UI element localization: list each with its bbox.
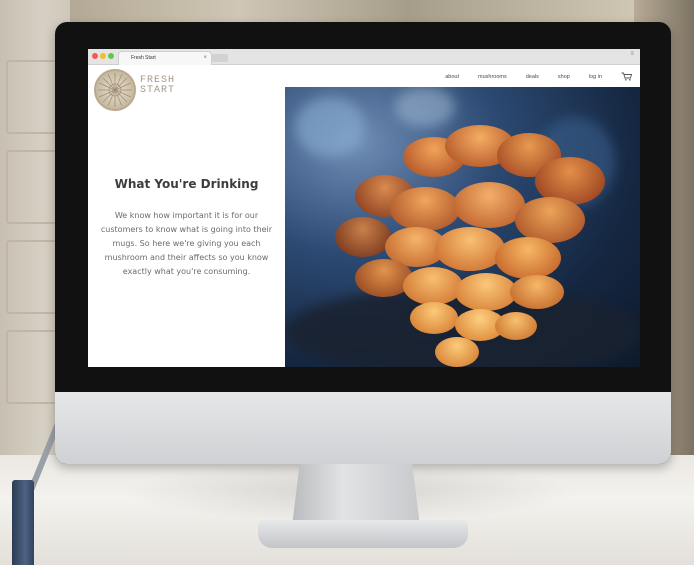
- maximize-window-button[interactable]: [108, 53, 114, 59]
- new-tab-button[interactable]: [212, 54, 228, 62]
- hero-image-mushrooms: [285, 87, 640, 367]
- browser-chrome: Fresh Start × ≡: [88, 49, 640, 65]
- section-body: We know how important it is for our cust…: [100, 211, 273, 276]
- pencil-cup: [12, 480, 34, 565]
- top-nav: about mushrooms deals shop log in: [445, 72, 633, 83]
- nav-log-in[interactable]: log in: [589, 74, 602, 80]
- wall-panel: [6, 330, 58, 404]
- monitor-stand: [292, 464, 420, 526]
- browser-tab[interactable]: Fresh Start ×: [118, 51, 212, 65]
- tab-close-icon[interactable]: ×: [203, 53, 207, 63]
- webpage: FRESH START What You're Drinking We know…: [88, 65, 640, 367]
- monitor-base: [258, 520, 468, 548]
- brand-name[interactable]: FRESH START: [140, 76, 175, 96]
- left-panel: FRESH START What You're Drinking We know…: [88, 65, 285, 367]
- nav-shop[interactable]: shop: [558, 74, 570, 80]
- wall-panel: [6, 240, 58, 314]
- browser-menu-icon[interactable]: ≡: [630, 51, 634, 57]
- monitor-chin: [55, 392, 671, 464]
- tab-title: Fresh Start: [131, 55, 156, 61]
- wall-panel: [6, 150, 58, 224]
- brand-line2: START: [140, 85, 176, 96]
- minimize-window-button[interactable]: [100, 53, 106, 59]
- close-window-button[interactable]: [92, 53, 98, 59]
- logo-icon[interactable]: [94, 69, 136, 111]
- nav-mushrooms[interactable]: mushrooms: [478, 74, 507, 80]
- cart-icon[interactable]: [621, 72, 633, 83]
- screen: Fresh Start × ≡ FRESH START What You're …: [88, 49, 640, 367]
- wall-panel: [6, 60, 58, 134]
- nav-deals[interactable]: deals: [526, 74, 539, 80]
- section-heading: What You're Drinking: [114, 177, 259, 191]
- nav-about[interactable]: about: [445, 74, 459, 80]
